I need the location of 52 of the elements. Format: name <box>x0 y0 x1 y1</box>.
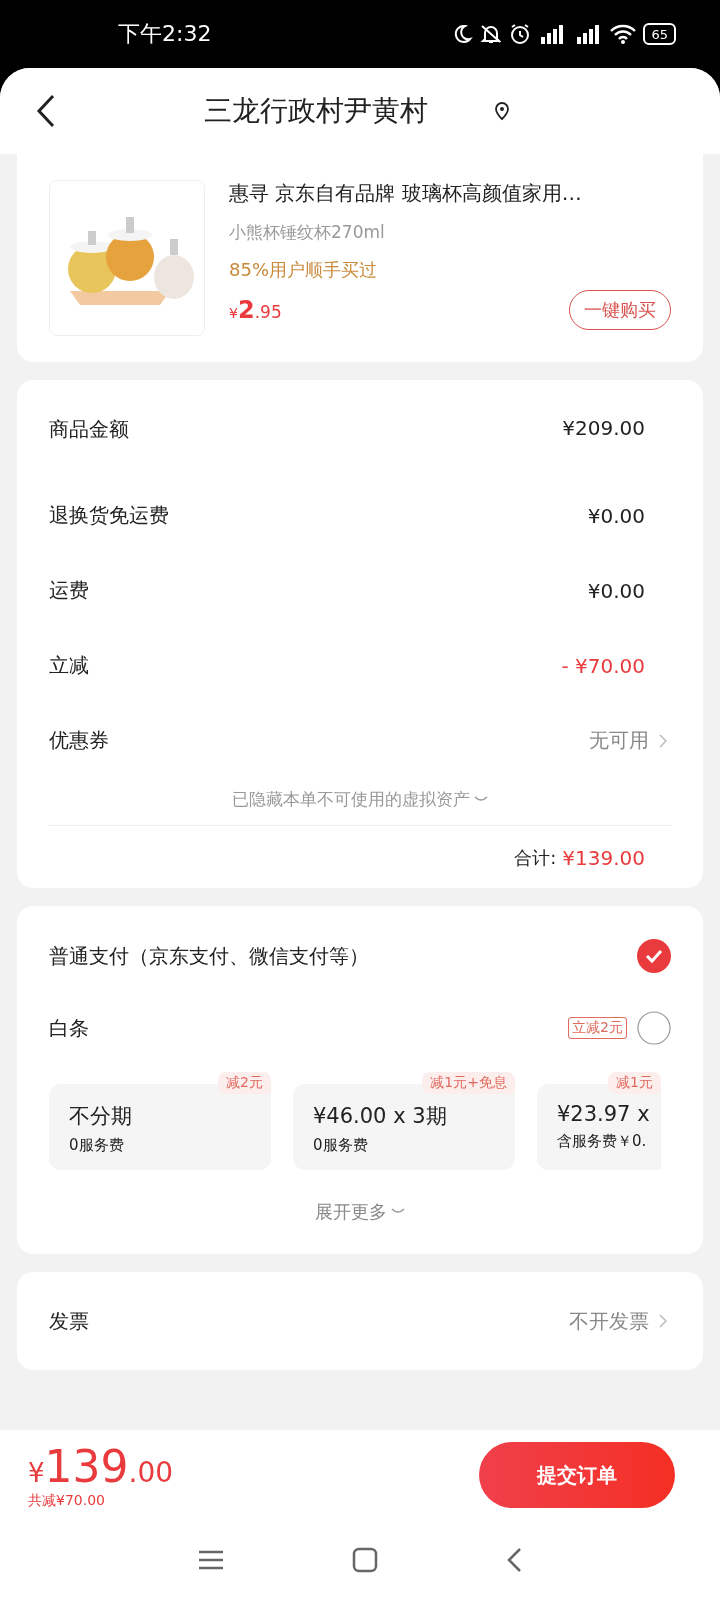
summary-label: 立减 <box>49 652 89 679</box>
installment-badge: 减2元 <box>218 1072 271 1094</box>
installment-fee: 含服务费￥0. <box>557 1132 648 1151</box>
back-icon[interactable] <box>36 94 56 128</box>
location-pin-icon[interactable] <box>494 101 510 121</box>
total-price: ¥139.00 <box>28 1440 174 1492</box>
installment-badge: 减1元 <box>608 1072 661 1094</box>
installment-fee: 0服务费 <box>313 1136 369 1155</box>
total-label: 合计: <box>514 846 557 870</box>
summary-value[interactable]: 无可用 <box>589 727 667 754</box>
chevron-down-icon <box>474 795 488 804</box>
purchase-hint: 85%用户顺手买过 <box>229 258 378 282</box>
payment-method[interactable]: 白条 <box>49 1014 89 1042</box>
radio-icon[interactable] <box>637 1011 671 1045</box>
installment-title: ¥46.00 x 3期 <box>313 1103 448 1130</box>
payment-method[interactable]: 普通支付（京东支付、微信支付等） <box>49 942 369 970</box>
saved-amount: 共减¥70.00 <box>28 1491 106 1510</box>
chevron-down-icon <box>391 1208 405 1216</box>
radio-checked-icon[interactable] <box>637 939 671 973</box>
installment-fee: 0服务费 <box>69 1136 125 1155</box>
muted-bell-icon <box>479 23 504 45</box>
home-icon[interactable] <box>352 1547 378 1573</box>
wifi-icon <box>609 23 638 45</box>
status-time: 下午2:32 <box>118 20 212 48</box>
menu-icon[interactable] <box>198 1549 224 1571</box>
summary-label: 优惠券 <box>49 727 109 754</box>
product-spec: 小熊杯锤纹杯270ml <box>229 221 386 244</box>
expand-more-toggle[interactable]: 展开更多 <box>49 1170 671 1236</box>
product-title[interactable]: 惠寻 京东自有品牌 玻璃杯高颜值家用… <box>229 180 671 207</box>
installment-badge: 减1元+免息 <box>422 1072 515 1094</box>
summary-label: 运费 <box>49 577 89 604</box>
alarm-icon <box>509 23 532 45</box>
product-price: ¥2.95 <box>229 296 282 324</box>
submit-order-button[interactable]: 提交订单 <box>479 1442 675 1508</box>
invoice-card[interactable]: 发票 不开发票 <box>17 1272 703 1370</box>
summary-value: ¥0.00 <box>587 503 645 528</box>
invoice-label: 发票 <box>49 1307 89 1335</box>
discount-tag: 立减2元 <box>568 1017 627 1039</box>
summary-value: - ¥70.00 <box>561 653 645 678</box>
invoice-value: 不开发票 <box>569 1307 667 1335</box>
address-title: 三龙行政村尹黄村 <box>204 93 428 129</box>
summary-value: ¥209.00 <box>562 416 645 440</box>
summary-label: 商品金额 <box>49 416 129 443</box>
installment-title: 不分期 <box>69 1103 133 1130</box>
total-value: ¥139.00 <box>562 846 645 870</box>
summary-label: 退换货免运费 <box>49 502 169 529</box>
summary-value: ¥0.00 <box>587 578 645 603</box>
chevron-icon <box>659 733 667 748</box>
buy-now-button[interactable]: 一键购买 <box>569 290 671 330</box>
chevron-icon <box>659 1314 667 1328</box>
battery-icon: 65 <box>643 23 676 45</box>
installment-title: ¥23.97 x <box>557 1102 651 1126</box>
